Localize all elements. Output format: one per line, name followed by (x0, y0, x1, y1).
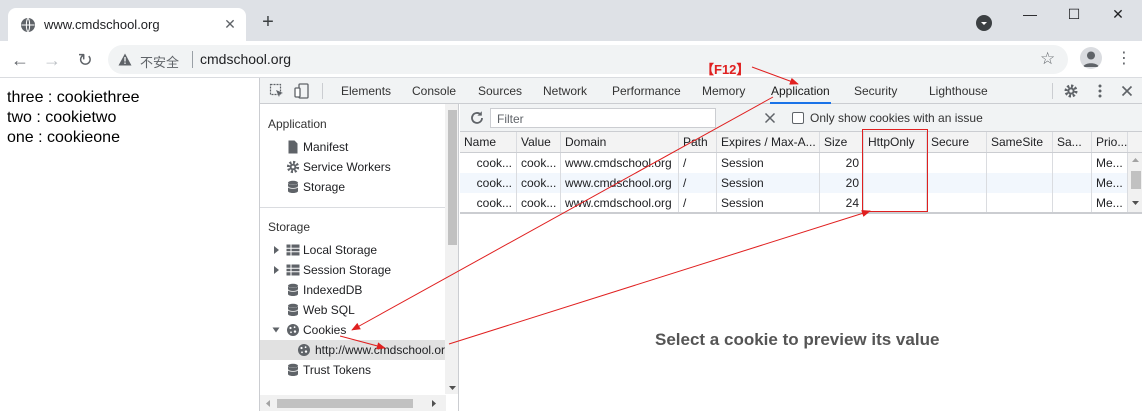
arrow-f12-to-application (751, 66, 799, 85)
arrow-origin-to-httponly (448, 210, 871, 345)
arrow-application-to-cookies (351, 96, 774, 331)
annotation-arrows (339, 66, 871, 350)
arrow-cookies-to-origin (339, 335, 386, 350)
